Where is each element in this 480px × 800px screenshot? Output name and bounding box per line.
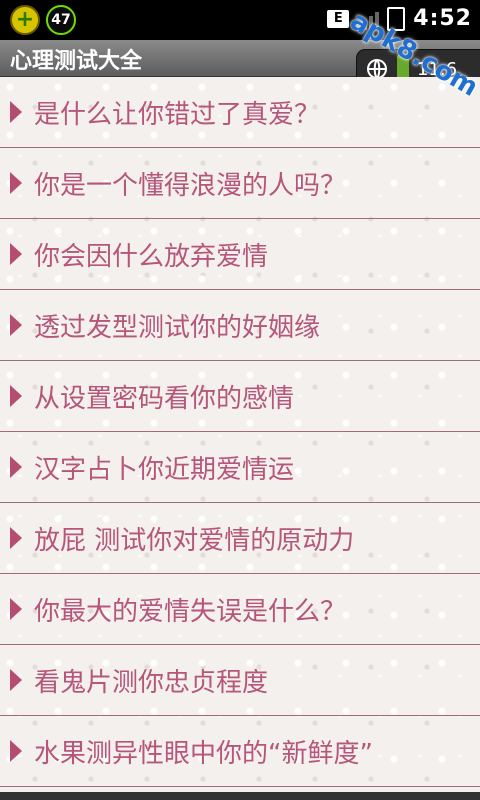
list-item-label: 看鬼片测你忠贞程度 — [34, 667, 269, 698]
triangle-marker-icon — [10, 740, 22, 762]
triangle-marker-icon — [10, 314, 22, 336]
list-item-label: 水果测异性眼中你的“新鲜度” — [34, 738, 373, 769]
test-list: 是什么让你错过了真爱？ 你是一个懂得浪漫的人吗？ 你会因什么放弃爱情 透过发型测… — [0, 77, 480, 800]
triangle-marker-icon — [10, 172, 22, 194]
clock-time: 4:52 — [413, 6, 472, 31]
notification-count-badge[interactable]: 47 — [46, 5, 76, 35]
triangle-marker-icon — [10, 385, 22, 407]
list-item[interactable]: 水果测异性眼中你的“新鲜度” — [0, 716, 480, 787]
list-item[interactable]: 是什么让你错过了真爱？ — [0, 77, 480, 148]
list-item[interactable]: 从设置密码看你的感情 — [0, 361, 480, 432]
list-item-label: 你会因什么放弃爱情 — [34, 241, 269, 272]
list-item[interactable]: 看鬼片测你忠贞程度 — [0, 645, 480, 716]
list-item-label: 透过发型测试你的好姻缘 — [34, 312, 321, 343]
list-item[interactable]: 放屁 测试你对爱情的原动力 — [0, 503, 480, 574]
list-item-label: 汉字占卜你近期爱情运 — [34, 454, 295, 485]
triangle-marker-icon — [10, 243, 22, 265]
list-item[interactable]: 汉字占卜你近期爱情运 — [0, 432, 480, 503]
list-item-label: 放屁 测试你对爱情的原动力 — [34, 525, 355, 556]
network-type-indicator: E — [327, 9, 350, 28]
notification-icons: + 47 — [10, 5, 76, 35]
plus-icon[interactable]: + — [10, 5, 40, 35]
list-item-label: 你是一个懂得浪漫的人吗？ — [34, 170, 347, 201]
list-item-label: 从设置密码看你的感情 — [34, 383, 295, 414]
bottom-edge — [0, 792, 480, 800]
list-item[interactable]: 你最大的爱情失误是什么？ — [0, 574, 480, 645]
list-item[interactable]: 你会因什么放弃爱情 — [0, 219, 480, 290]
list-item[interactable]: 你是一个懂得浪漫的人吗？ — [0, 148, 480, 219]
list-item[interactable]: 透过发型测试你的好姻缘 — [0, 290, 480, 361]
triangle-marker-icon — [10, 598, 22, 620]
list-item-label: 是什么让你错过了真爱？ — [34, 99, 321, 130]
list-item-label: 你最大的爱情失误是什么？ — [34, 596, 347, 627]
app-title: 心理测试大全 — [10, 49, 143, 74]
triangle-marker-icon — [10, 101, 22, 123]
triangle-marker-icon — [10, 527, 22, 549]
triangle-marker-icon — [10, 669, 22, 691]
triangle-marker-icon — [10, 456, 22, 478]
